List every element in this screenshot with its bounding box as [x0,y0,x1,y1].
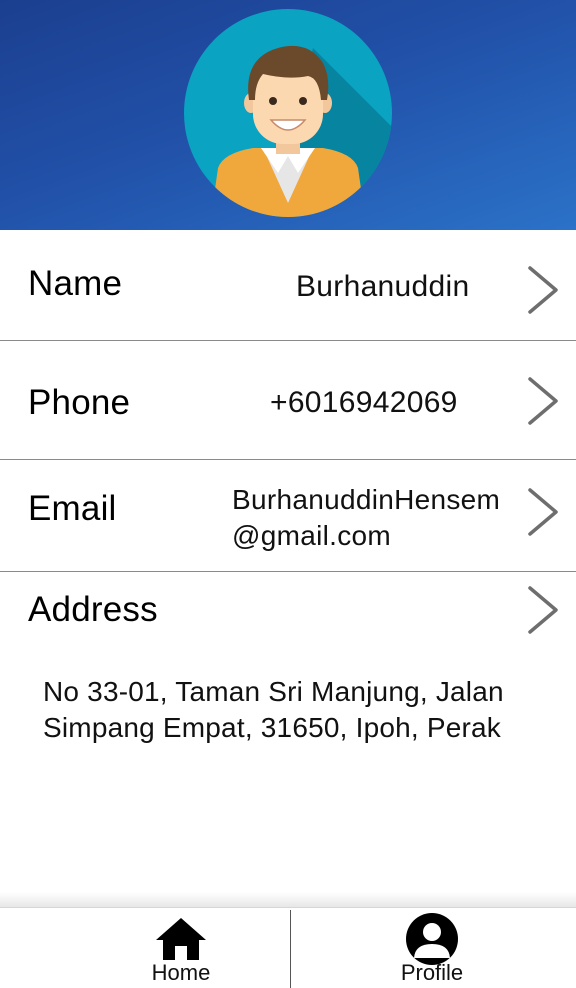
name-value: Burhanuddin [296,270,470,303]
email-row[interactable]: Email BurhanuddinHensem @gmail.com [0,460,576,570]
bottom-nav-shadow [0,892,576,908]
phone-row[interactable]: Phone +6016942069 [0,341,576,459]
address-value: No 33-01, Taman Sri Manjung, Jalan Simpa… [43,674,553,746]
chevron-right-icon[interactable] [524,264,562,316]
email-label: Email [28,489,117,528]
home-icon [156,918,206,960]
address-line2: Simpang Empat, 31650, Ipoh, Perak [43,712,501,743]
address-line1: No 33-01, Taman Sri Manjung, Jalan [43,676,504,707]
chevron-right-icon[interactable] [524,584,562,636]
bottom-nav: Home Profile [0,907,576,988]
name-label: Name [28,264,123,303]
address-label: Address [28,590,158,629]
name-row[interactable]: Name Burhanuddin [0,230,576,340]
email-value-line1: BurhanuddinHensem [232,484,501,515]
nav-home[interactable]: Home [121,908,241,988]
phone-value: +6016942069 [270,386,458,419]
nav-profile[interactable]: Profile [372,908,492,988]
nav-separator [290,910,291,988]
profile-icon [406,913,458,965]
chevron-right-icon[interactable] [524,486,562,538]
profile-header [0,0,576,230]
nav-home-label: Home [151,960,211,985]
nav-profile-label: Profile [400,960,464,985]
chevron-right-icon[interactable] [524,375,562,427]
email-value-line2: @gmail.com [232,520,392,551]
address-row[interactable]: Address [0,572,576,662]
user-avatar-icon [184,9,392,217]
phone-label: Phone [28,383,131,422]
